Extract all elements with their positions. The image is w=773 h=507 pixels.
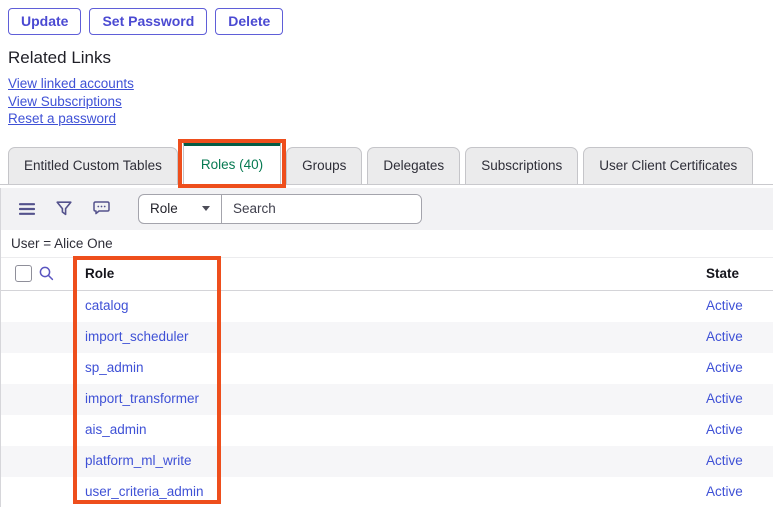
reset-a-password-link[interactable]: Reset a password — [8, 110, 116, 128]
related-lists-tab-bar: Entitled Custom Tables Roles (40) Groups… — [0, 138, 773, 185]
role-link[interactable]: catalog — [85, 298, 129, 313]
user-record-page: Update Set Password Delete Related Links… — [0, 0, 773, 507]
table-row: sp_admin Active — [1, 353, 773, 384]
state-link[interactable]: Active — [706, 422, 743, 437]
search-column-select[interactable]: Role — [139, 195, 222, 223]
role-link[interactable]: import_transformer — [85, 391, 199, 406]
table-row: import_scheduler Active — [1, 322, 773, 353]
chevron-down-icon — [202, 206, 210, 211]
tab-roles[interactable]: Roles (40) — [183, 141, 281, 185]
tab-subscriptions[interactable]: Subscriptions — [465, 147, 578, 184]
filter-button[interactable] — [56, 201, 72, 216]
comment-button[interactable] — [93, 201, 110, 216]
table-row: catalog Active — [1, 291, 773, 322]
table-header-row: Role State — [1, 258, 773, 291]
state-link[interactable]: Active — [706, 391, 743, 406]
state-link[interactable]: Active — [706, 453, 743, 468]
related-links-heading: Related Links — [8, 48, 773, 68]
search-icon — [39, 266, 69, 281]
delete-button[interactable]: Delete — [215, 8, 283, 35]
column-header-state[interactable]: State — [703, 266, 773, 281]
view-subscriptions-link[interactable]: View Subscriptions — [8, 93, 122, 111]
search-control: Role — [138, 194, 422, 224]
select-all-checkbox[interactable] — [15, 265, 32, 282]
tab-groups[interactable]: Groups — [286, 147, 362, 184]
action-button-bar: Update Set Password Delete — [0, 0, 773, 35]
list-toolbar: Role — [1, 188, 773, 230]
tab-delegates[interactable]: Delegates — [367, 147, 460, 184]
role-link[interactable]: platform_ml_write — [85, 453, 192, 468]
update-button[interactable]: Update — [8, 8, 81, 35]
tab-user-client-certificates[interactable]: User Client Certificates — [583, 147, 753, 184]
table-row: import_transformer Active — [1, 384, 773, 415]
state-link[interactable]: Active — [706, 484, 743, 499]
search-column-value: Role — [150, 201, 178, 216]
state-link[interactable]: Active — [706, 360, 743, 375]
column-search-toggle[interactable] — [39, 266, 69, 281]
table-row: platform_ml_write Active — [1, 446, 773, 477]
list-menu-button[interactable] — [19, 202, 35, 216]
table-row: ais_admin Active — [1, 415, 773, 446]
role-link[interactable]: ais_admin — [85, 422, 147, 437]
state-link[interactable]: Active — [706, 329, 743, 344]
role-link[interactable]: sp_admin — [85, 360, 144, 375]
tab-roles-label: Roles (40) — [201, 157, 263, 172]
list-menu-icon — [19, 202, 35, 216]
comment-icon — [93, 201, 110, 216]
filter-icon — [56, 201, 72, 216]
set-password-button[interactable]: Set Password — [89, 8, 207, 35]
role-link[interactable]: import_scheduler — [85, 329, 189, 344]
column-header-role[interactable]: Role — [69, 266, 703, 281]
roles-list: Role User = Alice One Role — [0, 188, 773, 507]
search-input[interactable] — [222, 195, 421, 223]
table-body: catalog Active import_scheduler Active s… — [1, 291, 773, 507]
tab-entitled-custom-tables[interactable]: Entitled Custom Tables — [8, 147, 178, 184]
view-linked-accounts-link[interactable]: View linked accounts — [8, 75, 134, 93]
table-row: user_criteria_admin Active — [1, 477, 773, 507]
state-link[interactable]: Active — [706, 298, 743, 313]
related-links-section: Related Links View linked accounts View … — [0, 35, 773, 128]
breadcrumb: User = Alice One — [1, 230, 773, 258]
role-link[interactable]: user_criteria_admin — [85, 484, 204, 499]
breadcrumb-text: User = Alice One — [11, 236, 113, 251]
